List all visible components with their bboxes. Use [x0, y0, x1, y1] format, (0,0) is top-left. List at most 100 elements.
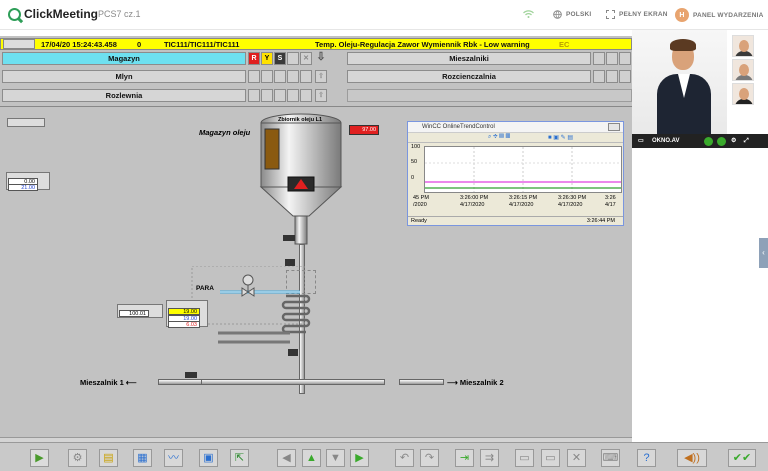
settings-icon[interactable]: ⚙: [731, 134, 736, 148]
btn-y[interactable]: Y: [261, 52, 273, 65]
btn-empty-12[interactable]: [619, 70, 631, 83]
siemens-check-icon[interactable]: ✔✔: [728, 449, 756, 467]
btn-empty-3[interactable]: [606, 52, 618, 65]
valve-indicator-1[interactable]: [283, 235, 295, 241]
fullscreen-button[interactable]: PEŁNY EKRAN: [606, 10, 668, 19]
participant-thumb-2[interactable]: [732, 59, 754, 81]
btn-empty-6[interactable]: [261, 70, 273, 83]
btn-empty-16[interactable]: [287, 89, 299, 102]
side-panel-toggle[interactable]: ‹: [759, 238, 768, 268]
zoom-icon[interactable]: ⌕ ✥ ▥ ▦: [488, 134, 510, 141]
trend-status: Ready: [411, 218, 427, 224]
wifi-icon[interactable]: [523, 10, 534, 18]
cross-icon[interactable]: ✕: [300, 52, 312, 65]
btn-empty-4[interactable]: [619, 52, 631, 65]
speaker-icon[interactable]: ◀)): [677, 449, 707, 467]
participant-thumb-1[interactable]: [732, 35, 754, 57]
event-panel-button[interactable]: H PANEL WYDARZENIA: [675, 8, 764, 22]
btn-empty-10[interactable]: [593, 70, 605, 83]
fullscreen-label: PEŁNY EKRAN: [619, 11, 668, 18]
btn-empty-5[interactable]: [248, 70, 260, 83]
btn-empty-15[interactable]: [274, 89, 286, 102]
redo-icon[interactable]: ↷: [420, 449, 439, 467]
presenter-video[interactable]: [632, 30, 727, 134]
keyboard-icon[interactable]: ⌨: [601, 449, 620, 467]
trend-title-text: WinCC OnlineTrendControl: [422, 124, 495, 130]
trend-plot[interactable]: [424, 146, 622, 193]
report-icon[interactable]: ▦: [133, 449, 152, 467]
btn-empty-1[interactable]: [287, 52, 299, 65]
mic-toggle-icon[interactable]: [717, 137, 726, 146]
delete-icon[interactable]: ✕: [567, 449, 586, 467]
pump-value: 100.01: [119, 310, 149, 317]
magazyn-oleju-label: Magazyn oleju: [199, 128, 251, 137]
heat-exchanger[interactable]: [190, 266, 330, 356]
trend-toolbar[interactable]: ⌕ ✥ ▥ ▦ ■ ▣ ✎ ▤: [408, 133, 623, 143]
nav-mlyn[interactable]: Mlyn: [2, 70, 246, 83]
forward-icon[interactable]: ⇥: [455, 449, 474, 467]
btn-empty-17[interactable]: [300, 89, 312, 102]
nav-mieszalniki[interactable]: Mieszalniki: [347, 52, 591, 65]
mieszalnik1-label[interactable]: Mieszalnik 1 ⟵: [80, 378, 137, 387]
btn-empty-9[interactable]: [300, 70, 312, 83]
left-widget[interactable]: [7, 118, 45, 127]
arrow-down-nav-icon[interactable]: ▼: [326, 449, 345, 467]
help-icon[interactable]: ?: [637, 449, 656, 467]
camera-toggle-icon[interactable]: [704, 137, 713, 146]
tank-level-value[interactable]: 97.00: [349, 125, 379, 135]
arrow-right-icon[interactable]: ▶: [350, 449, 369, 467]
clickmeeting-logo-icon: [8, 7, 21, 21]
valve-indicator-4[interactable]: [185, 372, 197, 378]
trend-icon[interactable]: 〰: [164, 449, 183, 467]
arrow-up-icon-2[interactable]: ⇧: [315, 89, 327, 102]
btn-r[interactable]: R: [248, 52, 260, 65]
language-selector[interactable]: POLSKI: [553, 10, 591, 19]
nav-rozcienczalnia[interactable]: Rozcienczalnia: [347, 70, 591, 83]
arrow-left-icon[interactable]: ◀: [277, 449, 296, 467]
event-panel-label: PANEL WYDARZENIA: [693, 11, 764, 19]
btn-empty-11[interactable]: [606, 70, 618, 83]
expand-icon[interactable]: ⤢: [744, 134, 749, 148]
btn-empty-8[interactable]: [287, 70, 299, 83]
btn-empty-7[interactable]: [274, 70, 286, 83]
pipe-left: [158, 379, 202, 385]
play-icon[interactable]: ▶: [30, 449, 49, 467]
screen-icon-1[interactable]: ▭: [515, 449, 534, 467]
alarm-line[interactable]: 17/04/20 15:24:43.458 0 TIC111/TIC111/TI…: [0, 38, 632, 50]
tool-icon-1[interactable]: ⚙: [68, 449, 87, 467]
screen-icon-2[interactable]: ▭: [541, 449, 560, 467]
nav-rozlewnia[interactable]: Rozlewnia: [2, 89, 246, 102]
arrow-up-nav-icon[interactable]: ▲: [302, 449, 321, 467]
trend-xlabel-3: 3:26:30 PM 4/17/2020: [558, 195, 587, 208]
print-icon[interactable]: ▣: [199, 449, 218, 467]
alarm-datetime: 17/04/20 15:24:43.458: [41, 40, 117, 49]
trend-status-bar: Ready 3:26:44 PM: [408, 216, 623, 225]
folder-icon[interactable]: ▤: [99, 449, 118, 467]
arrow-up-icon[interactable]: ⇧: [315, 70, 327, 83]
trend-control-window[interactable]: WinCC OnlineTrendControl ⌕ ✥ ▥ ▦ ■ ▣ ✎ ▤…: [407, 121, 624, 226]
btn-empty-14[interactable]: [261, 89, 273, 102]
trend-window-button[interactable]: [608, 123, 620, 131]
camera-icon: ▭: [638, 138, 644, 144]
undo-icon[interactable]: ↶: [395, 449, 414, 467]
next-icon[interactable]: ⇉: [480, 449, 499, 467]
alarm-icons: [3, 39, 35, 49]
export-icon[interactable]: ⇱: [230, 449, 249, 467]
valve-indicator-3[interactable]: [288, 349, 298, 356]
left-value-bottom: 21.00: [8, 184, 38, 191]
video-panel[interactable]: ▭ OKNO.AV ⚙ ⤢: [632, 30, 768, 148]
trend-tools-icons[interactable]: ■ ▣ ✎ ▤: [548, 134, 573, 141]
controller-value-1: 19.00: [168, 308, 200, 315]
participant-thumb-3[interactable]: [732, 83, 754, 105]
trend-xlabel-2: 3:26:15 PM 4/17/2020: [509, 195, 538, 208]
alarm-code: 0: [137, 40, 142, 49]
btn-s[interactable]: S: [274, 52, 286, 65]
btn-empty-13[interactable]: [248, 89, 260, 102]
trend-ytick-0: 0: [411, 175, 415, 181]
arrow-down-icon[interactable]: ⇩: [315, 52, 327, 65]
nav-magazyn[interactable]: Magazyn: [2, 52, 246, 65]
mieszalnik2-label[interactable]: ⟶ Mieszalnik 2: [447, 378, 504, 387]
btn-empty-2[interactable]: [593, 52, 605, 65]
oil-tank[interactable]: [257, 111, 347, 246]
valve-indicator-2[interactable]: [285, 259, 295, 266]
